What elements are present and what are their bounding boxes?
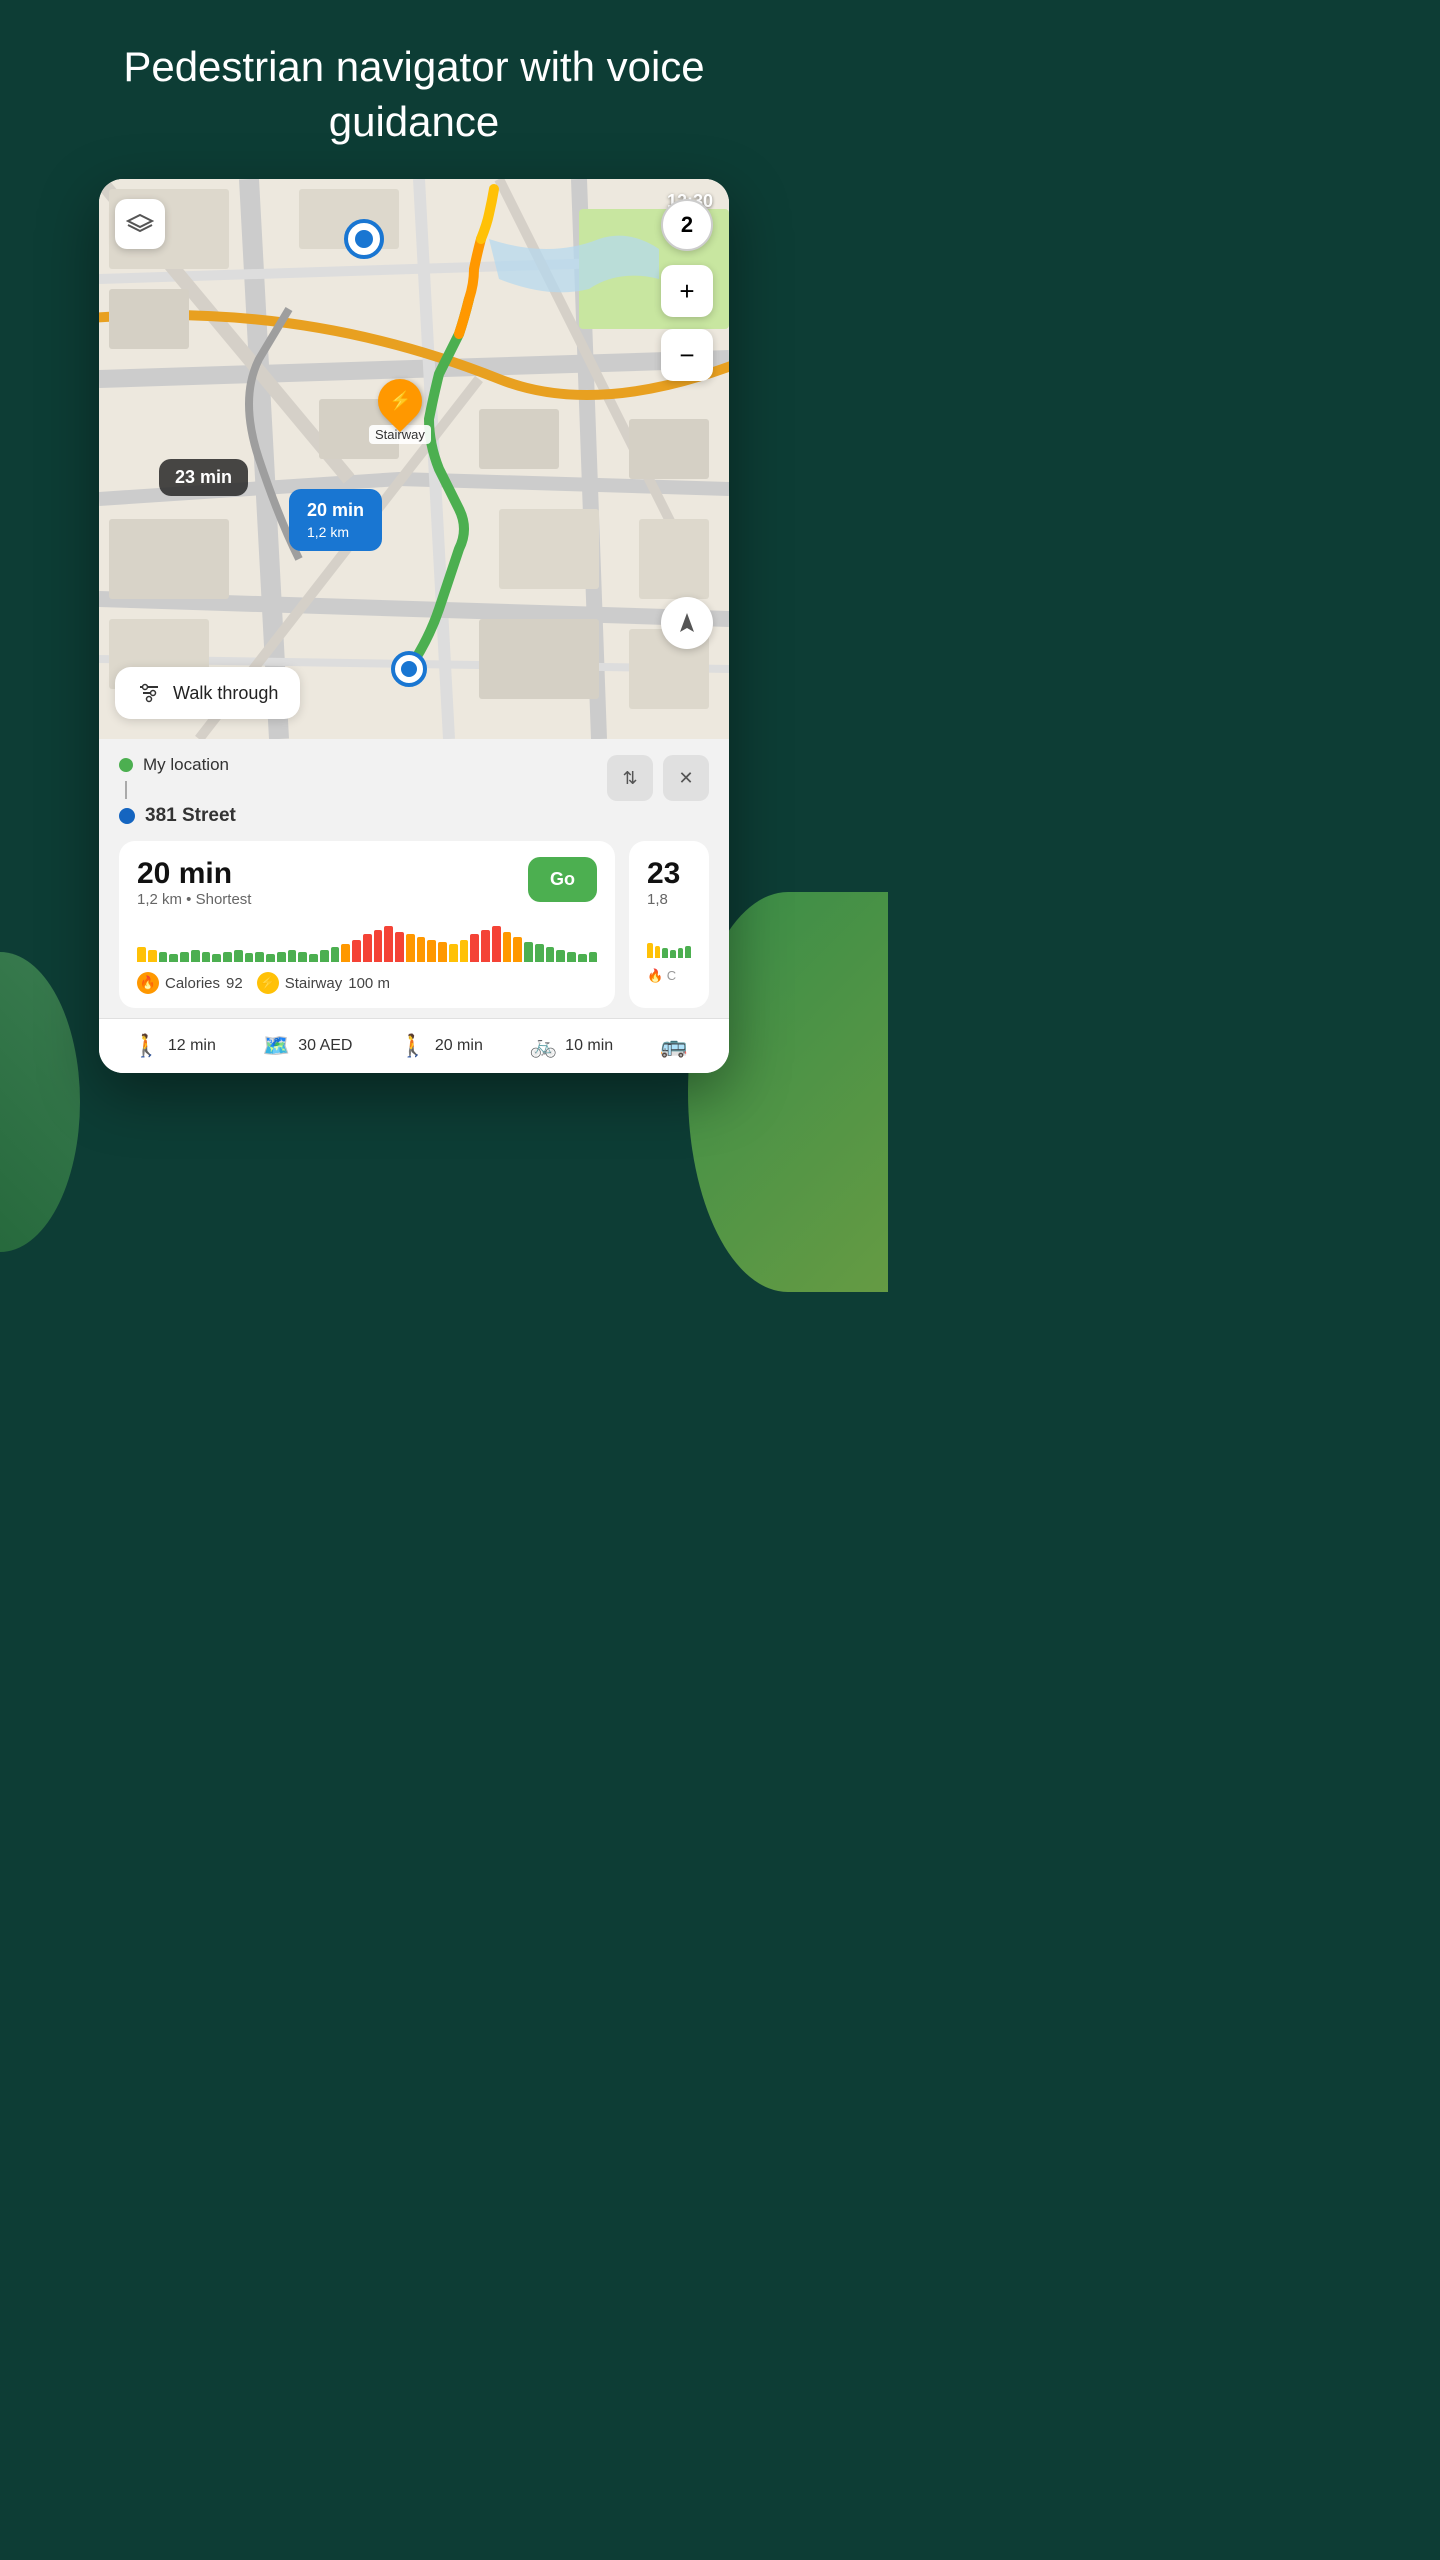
blue-callout-time: 20 min (307, 499, 364, 522)
card2-partial: 🔥 C (647, 968, 691, 984)
tab-bus[interactable]: 🚌 (660, 1033, 695, 1059)
filter-icon (137, 681, 161, 705)
elevation-chart (137, 922, 597, 962)
navigate-icon (675, 611, 699, 635)
route-count-badge[interactable]: 2 (661, 199, 713, 251)
blue-time-callout: 20 min 1,2 km (289, 489, 382, 551)
bus-icon: 🚌 (660, 1033, 687, 1059)
walk-through-label: Walk through (173, 683, 278, 704)
bg-decoration-left (0, 952, 80, 1252)
navigate-button[interactable] (661, 597, 713, 649)
tab-label-3: 20 min (435, 1037, 483, 1055)
stairway-circle: ⚡ (369, 370, 431, 432)
calories-value: 92 (226, 975, 243, 992)
walk-icon-2: 🚶 (399, 1033, 426, 1059)
blue-callout-dist: 1,2 km (307, 523, 364, 541)
location-items: My location 381 Street (119, 755, 236, 827)
route-card-1: 20 min 1,2 km • Shortest Go 🔥 Calories 9… (119, 841, 615, 1008)
map-icon: 🗺️ (263, 1033, 290, 1059)
from-label: My location (143, 755, 229, 775)
action-buttons: ⇅ ✕ (607, 755, 709, 801)
bottom-panel: My location 381 Street ⇅ ✕ 20 min (99, 739, 729, 1018)
walk-through-button[interactable]: Walk through (115, 667, 300, 719)
stairway-icon: ⚡ (389, 391, 411, 412)
map-view: 12:30 2 + − ⚡ Stairway 23 min (99, 179, 729, 739)
layers-icon (126, 213, 154, 235)
location-row: My location 381 Street ⇅ ✕ (119, 755, 709, 827)
zoom-in-button[interactable]: + (661, 265, 713, 317)
close-button[interactable]: ✕ (663, 755, 709, 801)
swap-button[interactable]: ⇅ (607, 755, 653, 801)
to-label: 381 Street (145, 805, 236, 827)
route-2-sub: 1,8 (647, 891, 691, 908)
page-title: Pedestrian navigator with voice guidance (0, 0, 828, 179)
route-card-2: 23 1,8 🔥 C (629, 841, 709, 1008)
calories-label: Calories (165, 975, 220, 992)
layers-button[interactable] (115, 199, 165, 249)
phone-frame: 12:30 2 + − ⚡ Stairway 23 min (99, 179, 729, 1073)
tab-bike[interactable]: 🚲 10 min (530, 1033, 613, 1059)
route-details: 🔥 Calories 92 ⚡ Stairway 100 m (137, 972, 597, 994)
tab-label-4: 10 min (565, 1037, 613, 1055)
dark-time-callout: 23 min (159, 459, 248, 496)
route-card-1-header: 20 min 1,2 km • Shortest Go (137, 857, 597, 918)
tab-label-2: 30 AED (298, 1037, 352, 1055)
tab-walk-2[interactable]: 🚶 20 min (399, 1033, 482, 1059)
tab-cost[interactable]: 🗺️ 30 AED (263, 1033, 353, 1059)
bottom-tabs: 🚶 12 min 🗺️ 30 AED 🚶 20 min 🚲 10 min 🚌 (99, 1018, 729, 1073)
from-location: My location (119, 755, 236, 775)
calories-detail: 🔥 Calories 92 (137, 972, 243, 994)
stairway-detail-icon: ⚡ (257, 972, 279, 994)
to-location: 381 Street (119, 805, 236, 827)
elevation-chart-2 (647, 918, 691, 958)
go-button[interactable]: Go (528, 857, 597, 902)
stairway-detail-label: Stairway (285, 975, 343, 992)
tab-label-1: 12 min (168, 1037, 216, 1055)
walk-icon-1: 🚶 (132, 1033, 159, 1059)
location-connector (125, 781, 127, 799)
to-dot (119, 808, 135, 824)
bike-icon: 🚲 (530, 1033, 557, 1059)
stairway-detail-dist: 100 m (348, 975, 390, 992)
tab-walk-1[interactable]: 🚶 12 min (132, 1033, 215, 1059)
zoom-out-button[interactable]: − (661, 329, 713, 381)
route-2-time: 23 (647, 857, 691, 891)
stairway-pin: ⚡ Stairway (369, 379, 431, 444)
calories-icon: 🔥 (137, 972, 159, 994)
stairway-detail: ⚡ Stairway 100 m (257, 972, 390, 994)
route-cards-row: 20 min 1,2 km • Shortest Go 🔥 Calories 9… (119, 841, 709, 1008)
from-dot (119, 758, 133, 772)
route-1-time: 20 min 1,2 km • Shortest (137, 857, 251, 918)
